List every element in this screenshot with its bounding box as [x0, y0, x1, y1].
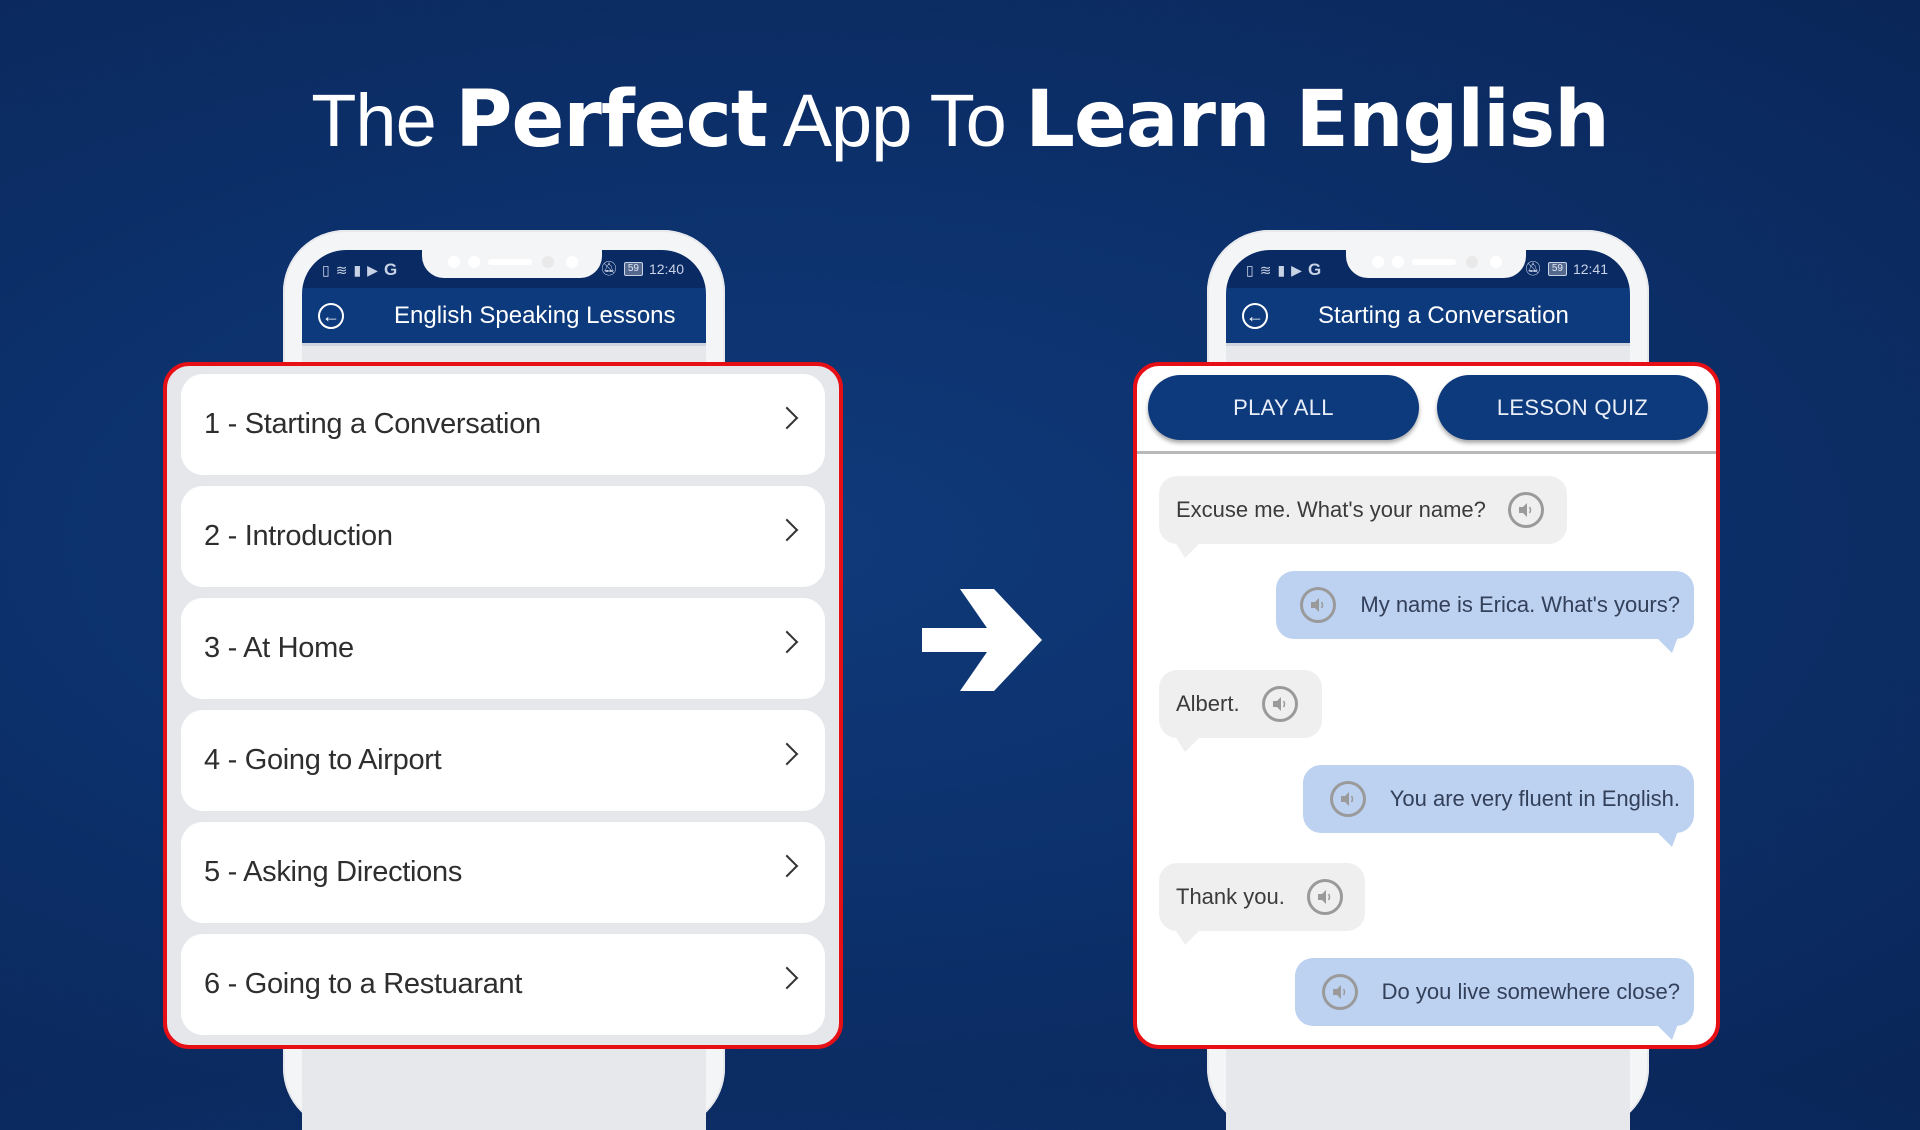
- message-bubble-partner: Thank you.: [1159, 863, 1365, 945]
- bell-off-icon: 🔕︎: [600, 260, 618, 276]
- battery-icon: 59: [623, 261, 643, 276]
- status-time: 12:41: [1572, 260, 1608, 277]
- app-bar-title: Starting a Conversation: [1318, 301, 1569, 329]
- lesson-quiz-button[interactable]: LESSON QUIZ: [1437, 375, 1708, 440]
- camera-notch: [1346, 250, 1526, 278]
- headline: The Perfect App To Learn English: [0, 70, 1920, 171]
- google-icon: G: [383, 260, 398, 279]
- speaker-icon[interactable]: [1261, 686, 1298, 722]
- youtube-icon: ▶: [367, 261, 378, 278]
- play-all-button[interactable]: PLAY ALL: [1148, 375, 1419, 440]
- message-text: My name is Erica. What's yours?: [1360, 592, 1680, 617]
- chevron-right-icon: [775, 742, 799, 766]
- message-text: Excuse me. What's your name?: [1176, 497, 1486, 522]
- app-bar: ← English Speaking Lessons: [302, 288, 706, 343]
- lesson-item[interactable]: 4 - Going to Airport: [181, 710, 825, 811]
- headline-part-3: App To: [767, 79, 1026, 162]
- message-text: Thank you.: [1176, 884, 1285, 909]
- message-bubble-partner: Excuse me. What's your name?: [1159, 476, 1567, 558]
- sim-alert-icon: ▯: [322, 261, 330, 278]
- conversation-callout: PLAY ALL LESSON QUIZ Excuse me. What's y…: [1133, 362, 1720, 1049]
- speaker-icon[interactable]: [1300, 587, 1337, 623]
- status-bar: ▯ ≋ ▮ ▶ G 🔕︎ 59 12:41: [1226, 250, 1630, 288]
- headline-part-2: Perfect: [455, 75, 768, 165]
- camera-notch: [422, 250, 602, 278]
- chevron-right-icon: [775, 406, 799, 430]
- back-arrow-circle-icon[interactable]: ←: [1242, 302, 1268, 329]
- lesson-item[interactable]: 5 - Asking Directions: [181, 822, 825, 923]
- lesson-item[interactable]: 1 - Starting a Conversation: [181, 374, 825, 475]
- chevron-right-icon: [775, 966, 799, 990]
- right-arrow-icon: [922, 589, 1042, 691]
- lesson-label: 1 - Starting a Conversation: [204, 408, 541, 440]
- message-bubble-user: You are very fluent in English.: [1303, 765, 1694, 847]
- lesson-list-callout: 1 - Starting a Conversation 2 - Introduc…: [163, 362, 843, 1049]
- status-time: 12:40: [648, 260, 684, 277]
- lesson-label: 6 - Going to a Restuarant: [204, 968, 523, 1000]
- status-icons-left: ▯ ≋ ▮ ▶ G: [322, 260, 397, 280]
- google-icon: G: [1307, 260, 1322, 279]
- status-icons-right: 🔕︎ 59 12:40: [600, 260, 684, 277]
- message-bubble-user: My name is Erica. What's yours?: [1276, 571, 1694, 653]
- lesson-label: 2 - Introduction: [204, 520, 393, 552]
- back-arrow-circle-icon[interactable]: ←: [318, 302, 344, 329]
- message-text: Do you live somewhere close?: [1381, 979, 1680, 1004]
- app-bar-shadow: [1226, 343, 1630, 346]
- speaker-icon[interactable]: [1507, 492, 1544, 528]
- app-bar-title: English Speaking Lessons: [394, 301, 676, 329]
- battery-alert-icon: ▮: [353, 261, 362, 278]
- headline-part-1: The: [311, 79, 456, 162]
- message-text: You are very fluent in English.: [1389, 786, 1680, 811]
- message-bubble-partner: Albert.: [1159, 670, 1322, 752]
- speaker-icon[interactable]: [1321, 974, 1358, 1010]
- lesson-item[interactable]: 6 - Going to a Restuarant: [181, 934, 825, 1035]
- lesson-label: 4 - Going to Airport: [204, 744, 442, 776]
- status-bar: ▯ ≋ ▮ ▶ G 🔕︎ 59 12:40: [302, 250, 706, 288]
- speaker-icon[interactable]: [1329, 781, 1366, 817]
- speaker-icon[interactable]: [1306, 879, 1343, 915]
- chevron-right-icon: [775, 630, 799, 654]
- battery-alert-icon: ▮: [1277, 261, 1286, 278]
- status-icons-left: ▯ ≋ ▮ ▶ G: [1246, 260, 1321, 280]
- battery-icon: 59: [1547, 261, 1567, 276]
- chevron-right-icon: [775, 518, 799, 542]
- youtube-icon: ▶: [1291, 261, 1302, 278]
- message-bubble-user: Do you live somewhere close?: [1295, 958, 1694, 1040]
- lesson-item[interactable]: 2 - Introduction: [181, 486, 825, 587]
- chevron-right-icon: [775, 854, 799, 878]
- wifi-icon: ≋: [335, 261, 348, 278]
- app-bar: ← Starting a Conversation: [1226, 288, 1630, 343]
- bell-off-icon: 🔕︎: [1524, 260, 1542, 276]
- wifi-icon: ≋: [1259, 261, 1272, 278]
- status-icons-right: 🔕︎ 59 12:41: [1524, 260, 1608, 277]
- message-text: Albert.: [1176, 691, 1240, 716]
- lesson-label: 5 - Asking Directions: [204, 856, 463, 888]
- lesson-item[interactable]: 3 - At Home: [181, 598, 825, 699]
- lesson-label: 3 - At Home: [204, 632, 354, 664]
- headline-part-4: Learn English: [1025, 75, 1609, 165]
- app-bar-shadow: [302, 343, 706, 346]
- sim-alert-icon: ▯: [1246, 261, 1254, 278]
- divider: [1137, 451, 1716, 454]
